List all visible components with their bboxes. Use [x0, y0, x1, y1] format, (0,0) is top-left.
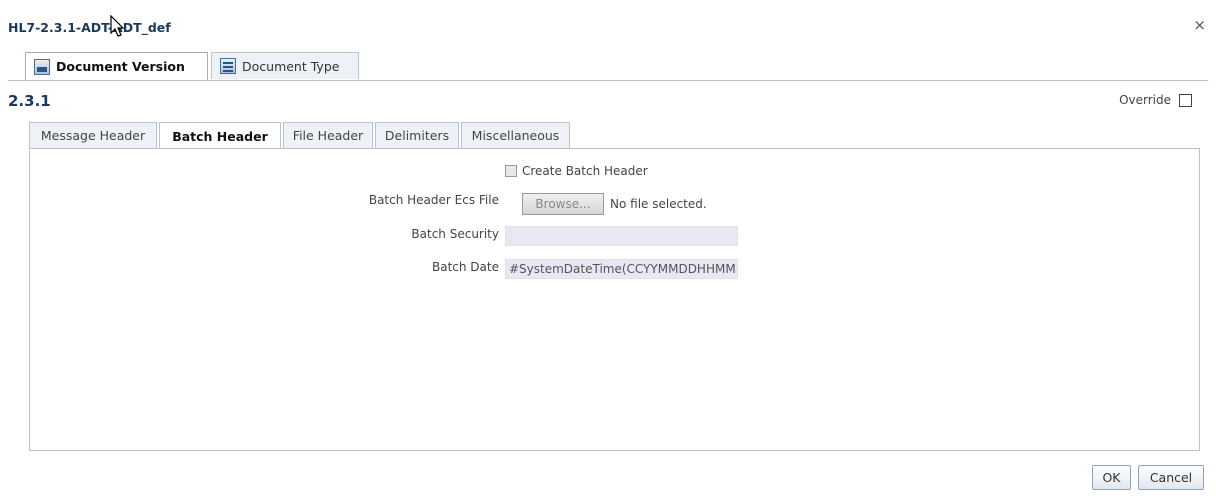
mouse-cursor-icon	[110, 14, 126, 42]
ecs-file-control: Browse... No file selected.	[522, 193, 707, 215]
ecs-file-label: Batch Header Ecs File	[368, 193, 499, 207]
dialog-title: HL7-2.3.1-ADT-ADT_def	[8, 20, 171, 35]
tab-label: Batch Header	[172, 128, 268, 144]
version-label: 2.3.1	[8, 92, 51, 110]
tab-miscellaneous[interactable]: Miscellaneous	[461, 122, 570, 148]
date-label-row: Batch Date	[300, 260, 499, 274]
document-type-icon	[220, 58, 236, 74]
tab-document-type[interactable]: Document Type	[211, 52, 359, 79]
batch-security-input[interactable]	[505, 226, 738, 246]
document-version-icon	[34, 58, 50, 75]
top-tab-bar: Document Version Document Type	[25, 52, 1210, 80]
browse-button[interactable]: Browse...	[522, 193, 604, 215]
create-batch-header-label: Create Batch Header	[522, 164, 648, 178]
file-status: No file selected.	[610, 197, 707, 211]
tab-delimiters[interactable]: Delimiters	[375, 122, 459, 148]
ok-button[interactable]: OK	[1092, 465, 1131, 490]
batch-security-label: Batch Security	[411, 227, 499, 241]
override-checkbox[interactable]	[1179, 93, 1192, 107]
tab-message-header[interactable]: Message Header	[29, 122, 157, 148]
security-field-row	[505, 226, 738, 246]
tab-label: Document Type	[242, 58, 340, 74]
ecs-file-label-row: Batch Header Ecs File	[300, 193, 499, 207]
tab-label: Delimiters	[384, 128, 450, 143]
security-label-row: Batch Security	[300, 227, 499, 241]
tab-label: Document Version	[56, 59, 185, 74]
tab-label: Message Header	[40, 128, 146, 143]
tab-batch-header[interactable]: Batch Header	[159, 122, 281, 149]
close-icon[interactable]: ×	[1193, 16, 1206, 34]
override-control[interactable]: Override	[1119, 93, 1192, 107]
tab-document-version[interactable]: Document Version	[25, 52, 208, 80]
tab-divider	[8, 80, 1208, 81]
override-label: Override	[1119, 93, 1171, 107]
create-batch-header-row[interactable]: Create Batch Header	[505, 164, 648, 178]
batch-date-input[interactable]: #SystemDateTime(CCYYMMDDHHMM	[505, 259, 738, 279]
create-batch-header-checkbox[interactable]	[505, 165, 517, 177]
tab-label: File Header	[292, 128, 364, 143]
batch-date-label: Batch Date	[432, 260, 499, 274]
tab-label: Miscellaneous	[471, 128, 560, 143]
cancel-button[interactable]: Cancel	[1138, 465, 1204, 490]
date-field-row: #SystemDateTime(CCYYMMDDHHMM	[505, 259, 738, 279]
tab-file-header[interactable]: File Header	[283, 122, 373, 148]
